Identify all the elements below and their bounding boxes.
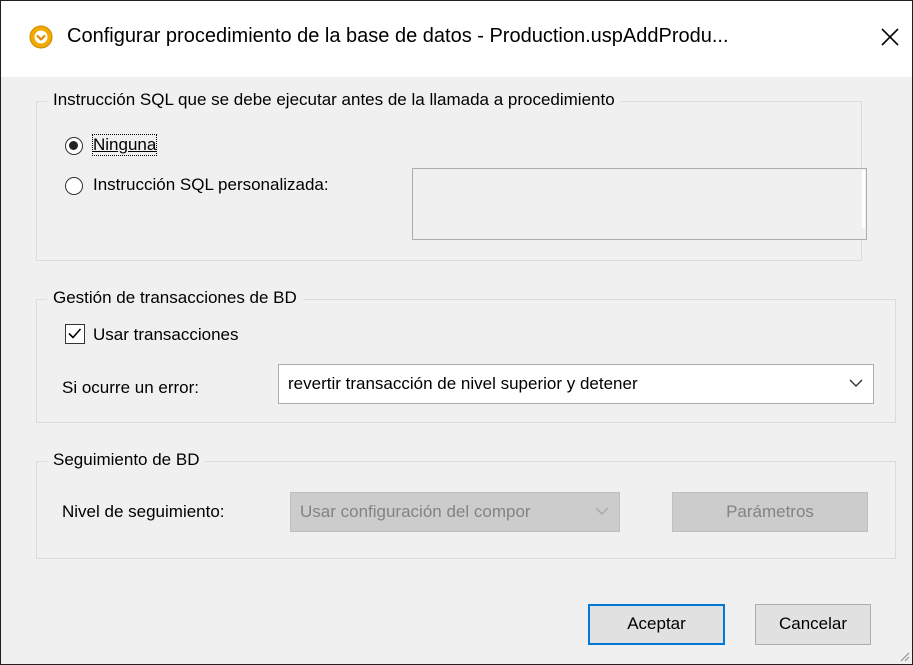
chevron-down-icon: [849, 379, 863, 387]
radio-custom-sql[interactable]: [65, 177, 83, 195]
transactions-group-legend: Gestión de transacciones de BD: [47, 288, 303, 308]
sql-group: Instrucción SQL que se debe ejecutar ant…: [36, 90, 867, 261]
radio-none-label[interactable]: Ninguna: [91, 134, 158, 156]
title-bar: Configurar procedimiento de la base de d…: [1, 1, 912, 77]
app-logo-icon: [29, 25, 53, 49]
resize-grip-icon[interactable]: [898, 650, 910, 662]
transactions-group: Gestión de transacciones de BD Usar tran…: [36, 288, 896, 423]
trace-level-value: Usar configuración del compor: [300, 502, 531, 521]
close-icon: [881, 28, 899, 46]
checkmark-icon: [68, 328, 82, 339]
trace-group-legend: Seguimiento de BD: [47, 450, 206, 470]
on-error-value: revertir transacción de nivel superior y…: [288, 374, 638, 393]
chevron-down-icon: [595, 507, 609, 515]
parameters-button[interactable]: Parámetros: [672, 492, 868, 532]
cancel-button[interactable]: Cancelar: [755, 604, 871, 645]
radio-none[interactable]: [65, 137, 83, 155]
ok-button[interactable]: Aceptar: [588, 604, 725, 645]
close-button[interactable]: [872, 19, 908, 55]
custom-sql-input[interactable]: [412, 168, 867, 240]
custom-sql-input-edge: [862, 170, 865, 228]
trace-group: Seguimiento de BD Nivel de seguimiento: …: [36, 450, 896, 559]
sql-group-legend: Instrucción SQL que se debe ejecutar ant…: [47, 90, 621, 110]
use-transactions-checkbox[interactable]: [65, 324, 85, 344]
use-transactions-label[interactable]: Usar transacciones: [93, 325, 239, 345]
trace-level-label: Nivel de seguimiento:: [62, 502, 225, 521]
trace-level-select[interactable]: Usar configuración del compor: [290, 492, 620, 532]
dialog-window: Configurar procedimiento de la base de d…: [0, 0, 913, 665]
radio-custom-sql-label[interactable]: Instrucción SQL personalizada:: [93, 175, 329, 195]
window-title: Configurar procedimiento de la base de d…: [67, 25, 729, 47]
on-error-select[interactable]: revertir transacción de nivel superior y…: [278, 364, 874, 404]
on-error-label: Si ocurre un error:: [62, 378, 199, 397]
